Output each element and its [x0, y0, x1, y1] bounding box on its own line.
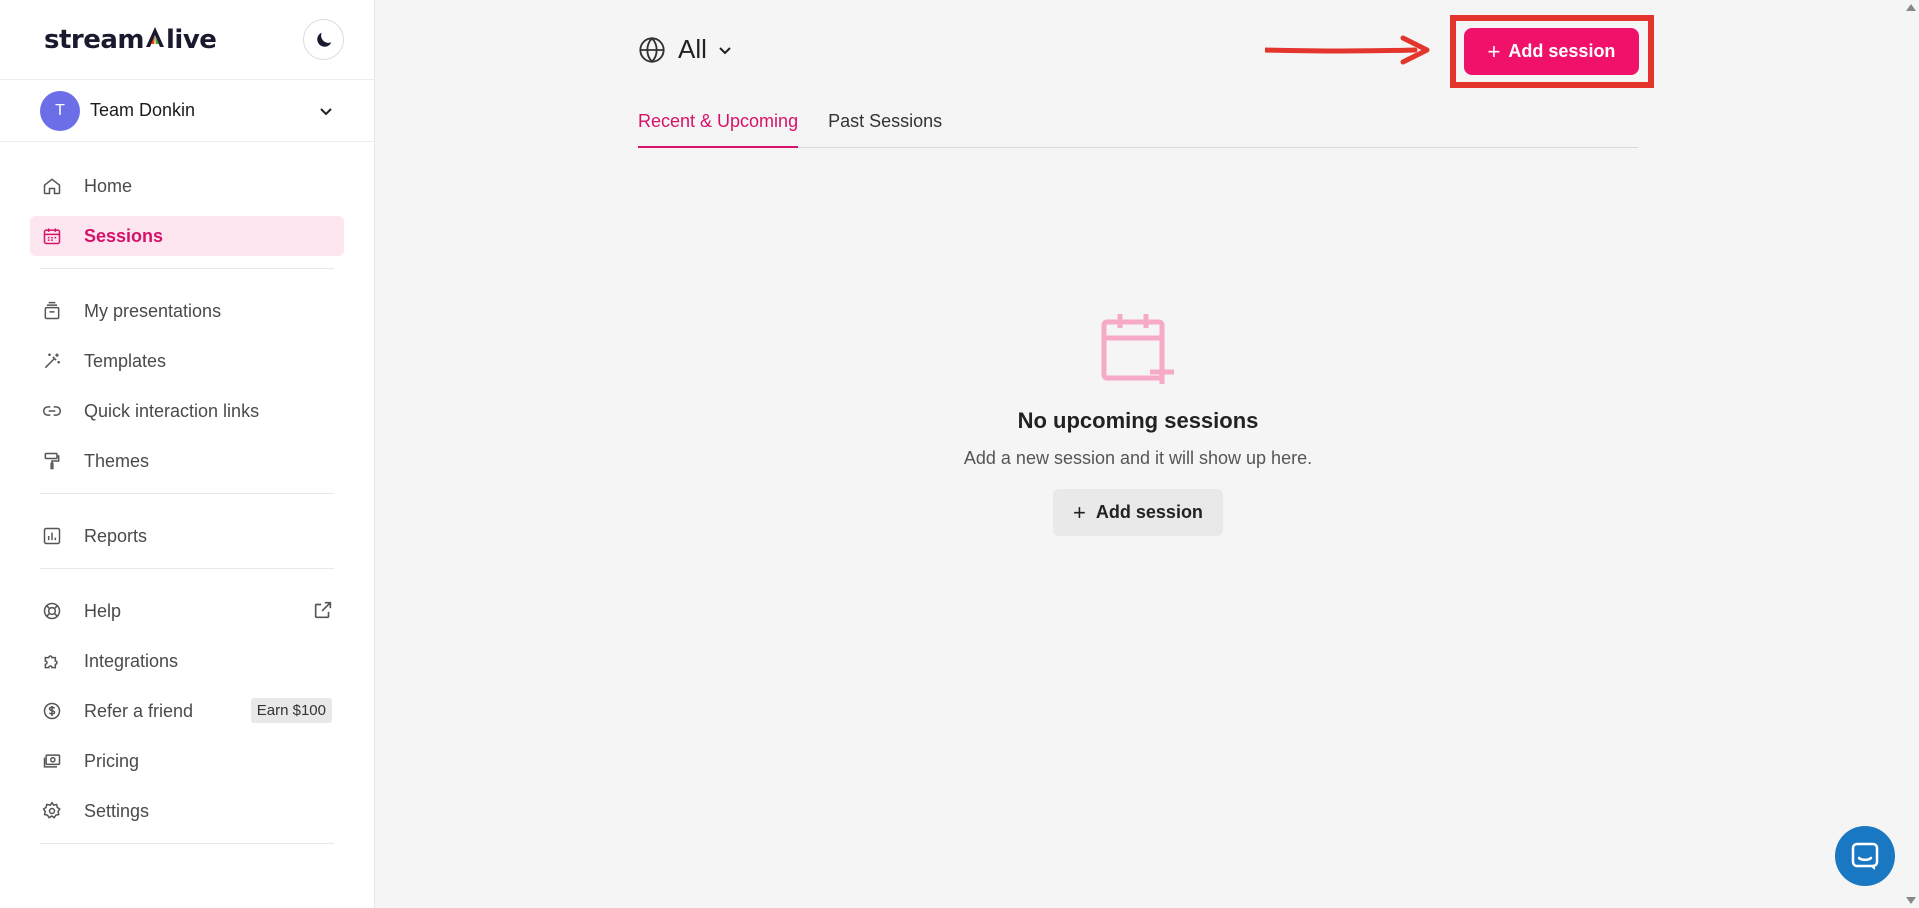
add-session-button[interactable]: + Add session [1464, 28, 1639, 75]
sidebar-item-label: Help [84, 600, 122, 621]
dollar-circle-icon [40, 699, 64, 723]
sidebar-item-label: Themes [84, 450, 150, 471]
team-selector[interactable]: T Team Donkin [0, 80, 374, 142]
logo-suffix: live [166, 24, 217, 55]
scroll-down-arrow-icon[interactable] [1906, 897, 1916, 904]
stack-icon [40, 299, 64, 323]
divider [40, 843, 334, 844]
empty-title: No upcoming sessions [1017, 408, 1259, 433]
sidebar-item-sessions[interactable]: Sessions [30, 216, 344, 256]
link-icon [40, 399, 64, 423]
team-avatar: T [40, 90, 80, 131]
external-link-icon [312, 599, 334, 621]
sidebar-item-label: Templates [84, 350, 167, 371]
empty-state: No upcoming sessions Add a new session a… [638, 310, 1638, 536]
divider [40, 493, 334, 494]
plus-icon: + [1487, 38, 1501, 64]
calendar-plus-icon [1101, 314, 1174, 384]
add-session-label: Add session [1508, 41, 1616, 61]
scrollbar[interactable] [1905, 0, 1919, 908]
sidebar-item-integrations[interactable]: Integrations [30, 641, 344, 681]
magic-wand-icon [40, 349, 64, 373]
sidebar-item-themes[interactable]: Themes [30, 441, 344, 481]
sidebar-item-label: My presentations [84, 300, 222, 321]
sidebar-item-help[interactable]: Help [30, 591, 344, 631]
logo-prefix: stream [44, 24, 145, 55]
chat-launcher-button[interactable] [1835, 826, 1895, 886]
tab-past-sessions[interactable]: Past Sessions [828, 108, 942, 148]
home-icon [40, 174, 64, 198]
filter-dropdown[interactable]: All [638, 34, 733, 65]
paint-roller-icon [40, 449, 64, 473]
sidebar-item-my-presentations[interactable]: My presentations [30, 291, 344, 331]
sidebar-item-label: Sessions [84, 225, 164, 246]
logo-a-icon [146, 26, 164, 47]
scroll-up-arrow-icon[interactable] [1906, 4, 1916, 11]
chat-icon [1851, 842, 1879, 870]
add-session-secondary-button[interactable]: + Add session [1053, 489, 1223, 536]
main-content: All + Add session Recent & Upcoming Past… [376, 0, 1919, 908]
plus-icon: + [1073, 499, 1086, 525]
chevron-down-icon [717, 42, 733, 58]
calendar-icon [40, 224, 64, 248]
cash-icon [40, 749, 64, 773]
team-name: Team Donkin [90, 100, 196, 120]
sidebar-item-templates[interactable]: Templates [30, 341, 344, 381]
sidebar-item-label: Pricing [84, 750, 140, 771]
sidebar-item-home[interactable]: Home [30, 166, 344, 206]
annotation-arrow [1265, 35, 1430, 65]
sidebar-nav: Home Sessions My presentations Templates [0, 142, 374, 844]
sidebar-item-reports[interactable]: Reports [30, 516, 344, 556]
chevron-down-icon [318, 103, 334, 119]
sidebar: stream live T Team Donkin Home Sessions … [0, 0, 375, 908]
session-tabs: Recent & Upcoming Past Sessions [638, 108, 1638, 148]
dark-mode-toggle[interactable] [303, 19, 344, 60]
sidebar-item-pricing[interactable]: Pricing [30, 741, 344, 781]
moon-icon [316, 32, 331, 47]
divider [40, 268, 334, 269]
logo-row: stream live [0, 0, 374, 80]
sidebar-item-quick-interaction-links[interactable]: Quick interaction links [30, 391, 344, 431]
empty-subtitle: Add a new session and it will show up he… [963, 448, 1313, 468]
sidebar-item-label: Home [84, 175, 133, 196]
sidebar-item-label: Settings [84, 800, 150, 821]
sidebar-item-refer-a-friend[interactable]: Refer a friend Earn $100 [30, 691, 344, 731]
sidebar-item-label: Integrations [84, 650, 179, 671]
sidebar-item-label: Quick interaction links [84, 400, 260, 421]
globe-icon [639, 36, 665, 63]
sidebar-item-label: Reports [84, 525, 148, 546]
filter-label: All [678, 34, 707, 64]
streamalive-logo[interactable]: stream live [44, 24, 217, 55]
gear-icon [40, 799, 64, 823]
divider [40, 568, 334, 569]
chart-icon [40, 524, 64, 548]
puzzle-icon [40, 649, 64, 673]
add-session-secondary-label: Add session [1095, 502, 1203, 522]
sidebar-item-label: Refer a friend [84, 700, 194, 721]
earn-badge: Earn $100 [250, 698, 332, 723]
tab-recent-upcoming[interactable]: Recent & Upcoming [638, 108, 799, 148]
sidebar-item-settings[interactable]: Settings [30, 791, 344, 831]
lifebuoy-icon [40, 599, 64, 623]
